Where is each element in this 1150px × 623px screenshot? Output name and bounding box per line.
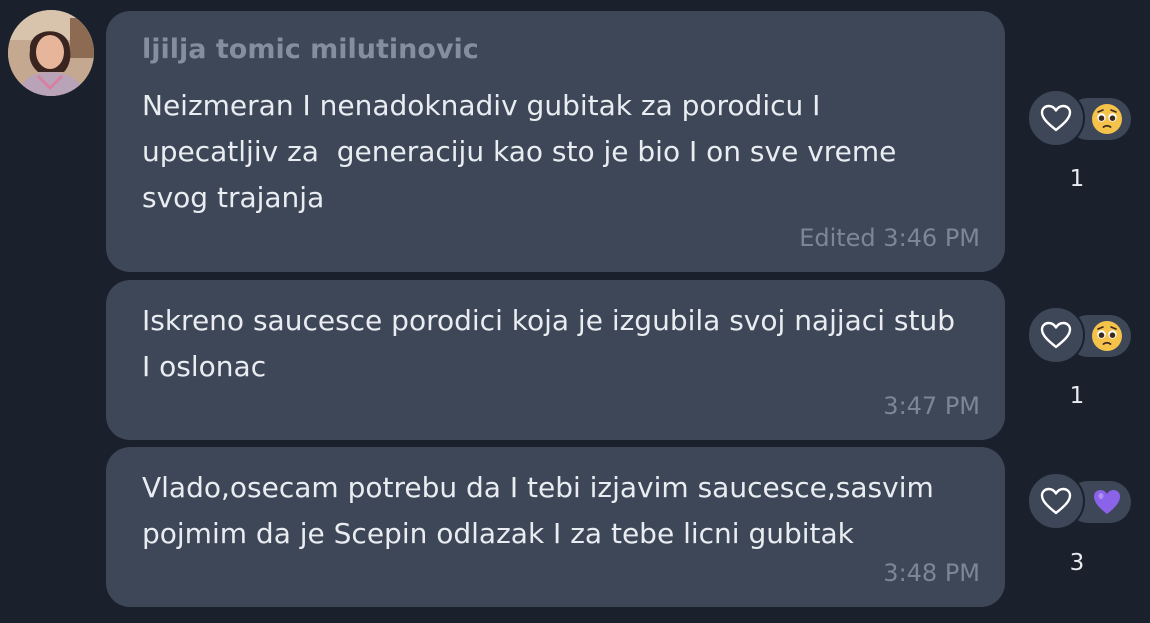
- reaction-group: [1027, 472, 1131, 532]
- message-timestamp: 3:48 PM: [883, 559, 980, 587]
- heart-outline-icon[interactable]: [1027, 89, 1085, 147]
- message-bubble[interactable]: Iskreno saucesce porodici koja je izgubi…: [106, 280, 1005, 440]
- message-bubble[interactable]: ljilja tomic milutinovic Neizmeran I nen…: [106, 11, 1005, 272]
- message-bubble[interactable]: Vlado,osecam potrebu da I tebi izjavim s…: [106, 447, 1005, 607]
- message-text: Iskreno saucesce porodici koja je izgubi…: [142, 304, 955, 383]
- message-timestamp: 3:47 PM: [883, 392, 980, 420]
- reaction-group: [1027, 306, 1131, 366]
- pleading-face-emoji[interactable]: [1090, 102, 1124, 136]
- pleading-face-emoji[interactable]: [1090, 319, 1124, 353]
- avatar[interactable]: [8, 10, 94, 96]
- heart-outline-icon[interactable]: [1027, 472, 1085, 530]
- message-text: Neizmeran I nenadoknadiv gubitak za poro…: [142, 89, 897, 214]
- chat-thread: ljilja tomic milutinovic Neizmeran I nen…: [0, 0, 1150, 623]
- reaction-count: 1: [1069, 383, 1085, 409]
- reaction-count: 3: [1069, 550, 1085, 576]
- sender-name[interactable]: ljilja tomic milutinovic: [142, 34, 479, 65]
- message-text: Vlado,osecam potrebu da I tebi izjavim s…: [142, 471, 934, 550]
- reaction-group: [1027, 89, 1131, 149]
- purple-heart-emoji[interactable]: [1090, 485, 1124, 519]
- reaction-count: 1: [1069, 166, 1085, 192]
- heart-outline-icon[interactable]: [1027, 306, 1085, 364]
- message-timestamp: Edited 3:46 PM: [799, 224, 980, 252]
